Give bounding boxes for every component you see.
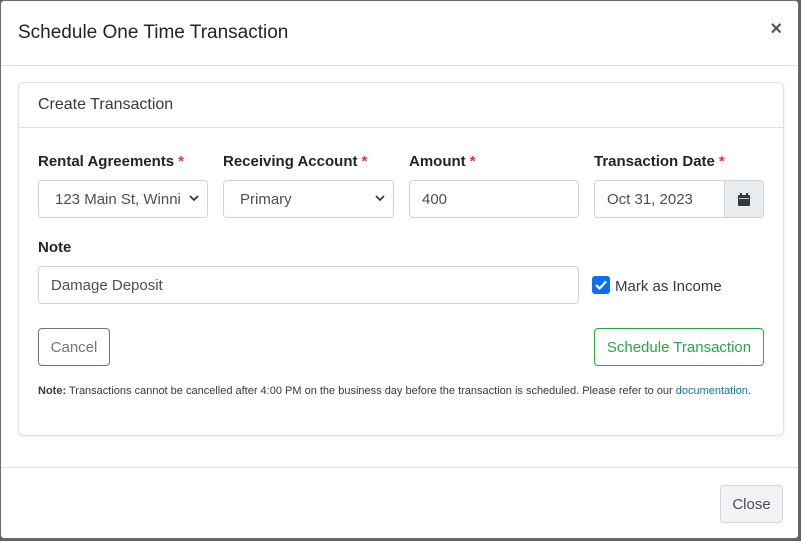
note-label: Note <box>38 239 72 256</box>
close-button[interactable]: Close <box>720 485 783 523</box>
modal-footer: Close <box>1 467 798 538</box>
transaction-date-label: Transaction Date * <box>594 153 725 170</box>
close-icon[interactable]: × <box>770 19 782 39</box>
modal-header: Schedule One Time Transaction × <box>1 1 798 66</box>
required-marker: * <box>178 153 184 170</box>
receiving-account-label-text: Receiving Account <box>223 153 358 170</box>
note-input[interactable]: Damage Deposit <box>38 266 579 304</box>
calendar-button[interactable] <box>724 181 763 217</box>
rental-agreements-label-text: Rental Agreements <box>38 153 175 170</box>
note-value: Damage Deposit <box>51 276 163 294</box>
chevron-down-icon <box>189 195 199 202</box>
mark-as-income-checkbox[interactable] <box>592 276 610 294</box>
cancel-button[interactable]: Cancel <box>38 328 110 366</box>
documentation-link[interactable]: documentation <box>676 385 748 397</box>
modal-title: Schedule One Time Transaction <box>18 22 289 43</box>
transaction-date-label-text: Transaction Date <box>594 153 715 170</box>
note-body: Transactions cannot be cancelled after 4… <box>68 385 673 397</box>
required-marker: * <box>718 153 725 170</box>
required-marker: * <box>469 153 476 170</box>
amount-input[interactable]: 400 <box>409 180 579 218</box>
create-transaction-card: Create Transaction Rental Agreements * Re… <box>18 82 784 436</box>
checkmark-icon <box>595 280 607 290</box>
mark-as-income-label[interactable]: Mark as Income <box>615 278 722 295</box>
required-marker: * <box>361 153 368 170</box>
rental-agreements-label: Rental Agreements * <box>38 153 184 170</box>
card-header: Create Transaction <box>19 83 783 128</box>
schedule-transaction-button[interactable]: Schedule Transaction <box>594 328 764 366</box>
note-prefix: Note: <box>38 385 67 397</box>
amount-label-text: Amount <box>409 153 466 170</box>
calendar-icon <box>738 192 750 206</box>
disclaimer-note: Note: Transactions cannot be cancelled a… <box>38 385 751 397</box>
transaction-date-value: Oct 31, 2023 <box>607 190 693 208</box>
modal-body: Create Transaction Rental Agreements * Re… <box>1 66 798 467</box>
receiving-account-select[interactable]: Primary <box>223 180 394 218</box>
amount-label: Amount * <box>409 153 476 170</box>
receiving-account-label: Receiving Account * <box>223 153 367 170</box>
rental-agreements-value: 123 Main St, Winni <box>55 190 181 208</box>
schedule-transaction-modal: Schedule One Time Transaction × Create T… <box>0 0 799 539</box>
transaction-date-input[interactable]: Oct 31, 2023 <box>595 181 724 217</box>
amount-value: 400 <box>422 190 448 208</box>
chevron-down-icon <box>375 195 385 202</box>
note-suffix: . <box>747 385 751 397</box>
card-title: Create Transaction <box>38 96 174 113</box>
transaction-date-input-group: Oct 31, 2023 <box>594 180 764 218</box>
rental-agreements-select[interactable]: 123 Main St, Winni <box>38 180 208 218</box>
receiving-account-value: Primary <box>240 190 292 208</box>
